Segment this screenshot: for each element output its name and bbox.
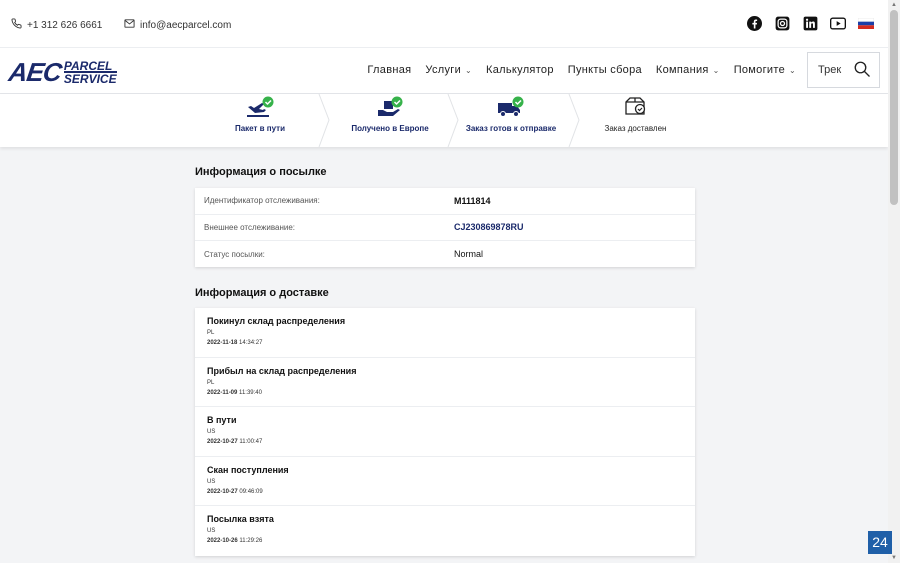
event-country: US (207, 429, 216, 436)
box-check-icon (578, 94, 693, 118)
truck-check-icon (455, 94, 567, 118)
hand-package-check-icon (330, 94, 450, 118)
event-time: 11:00:47 (239, 439, 263, 446)
event-datetime: 2022-10-26 11:29:26 (207, 538, 695, 544)
scroll-up-arrow-icon[interactable]: ▲ (891, 2, 897, 8)
delivery-event: Покинул склад распределения PL 2022-11-1… (195, 308, 695, 358)
phone-text: +1 312 626 6661 (27, 19, 103, 31)
facebook-icon[interactable] (746, 15, 762, 31)
event-datetime: 2022-11-09 11:39:40 (207, 390, 695, 396)
event-title: Скан поступления (207, 464, 289, 475)
step-delivered: Заказ доставлен (578, 94, 693, 147)
step-separator (318, 94, 330, 147)
event-country: US (207, 528, 216, 535)
delivery-event: В пути US 2022-10-27 11:00:47 (195, 407, 695, 457)
event-time: 11:29:26 (239, 538, 263, 545)
event-country: US (207, 478, 216, 485)
event-datetime: 2022-10-27 09:46:09 (207, 489, 695, 495)
event-title: Прибыл на склад распределения (207, 365, 357, 376)
step-label: Получено в Европе (351, 124, 429, 133)
event-country: PL (207, 330, 215, 336)
email-text: info@aecparcel.com (140, 19, 232, 31)
scroll-down-arrow-icon[interactable]: ▼ (891, 555, 897, 561)
parcel-info-row: Внешнее отслеживание: CJ230869878RU (195, 215, 695, 241)
logo-main-text: AEC (6, 57, 64, 87)
shipment-progress-steps: Пакет в пути Получено в Европе Заказ гот… (0, 94, 888, 147)
phone-icon (11, 18, 22, 32)
event-date: 2022-10-27 (207, 439, 238, 446)
external-tracking-label: Внешнее отслеживание: (204, 222, 296, 232)
russian-flag-icon[interactable] (858, 15, 874, 31)
step-received-europe: Получено в Европе (330, 94, 450, 147)
step-in-transit: Пакет в пути (200, 94, 320, 147)
youtube-icon[interactable] (830, 15, 846, 31)
event-title: В пути (207, 415, 237, 426)
step-label: Заказ готов к отправке (465, 124, 557, 133)
nav-item-help-label: Помогите (733, 64, 785, 76)
delivery-event: Посылка взята US 2022-10-26 11:29:26 (195, 506, 695, 556)
nav-item-company-label: Компания (655, 64, 709, 76)
parcel-info-row: Идентификатор отслеживания: M111814 (195, 188, 695, 215)
nav-item-services[interactable]: Услуги ⌄ (425, 64, 472, 76)
logo-line-parcel: PARCEL (63, 59, 113, 73)
chevron-down-icon: ⌄ (465, 66, 473, 75)
main-navigation: AEC PARCEL SERVICE Главная Услуги ⌄ Кальк… (0, 48, 888, 94)
nav-item-home[interactable]: Главная (367, 64, 411, 76)
social-links (746, 15, 874, 31)
nav-item-help[interactable]: Помогите ⌄ (734, 64, 796, 76)
nav-item-calculator[interactable]: Калькулятор (486, 64, 554, 76)
phone-contact[interactable]: +1 312 626 6661 (11, 18, 102, 32)
event-date: 2022-10-26 (207, 538, 238, 545)
step-label: Пакет в пути (234, 124, 286, 133)
event-time: 11:39:40 (239, 389, 262, 396)
mail-icon (124, 18, 135, 32)
track-search-button[interactable]: Трек (807, 52, 880, 88)
email-contact[interactable]: info@aecparcel.com (124, 18, 231, 32)
event-time: 09:46:09 (239, 488, 263, 495)
nav-item-services-label: Услуги (425, 64, 462, 76)
event-datetime: 2022-11-18 14:34:27 (207, 340, 695, 346)
event-time: 14:34:27 (239, 340, 263, 346)
parcel-status-value: Normal (454, 249, 484, 260)
step-label: Заказ доставлен (604, 124, 667, 133)
parcel-info-title: Информация о посылке (195, 166, 327, 178)
linkedin-icon[interactable] (802, 15, 818, 31)
event-date: 2022-11-18 (207, 340, 238, 346)
parcel-status-label: Статус посылки: (204, 249, 265, 259)
parcel-info-row: Статус посылки: Normal (195, 241, 695, 268)
page-scrollbar[interactable]: ▲ ▼ (888, 0, 900, 563)
plane-check-icon (200, 94, 320, 118)
event-date: 2022-10-27 (207, 488, 238, 495)
event-title: Покинул склад распределения (207, 316, 346, 326)
chevron-down-icon: ⌄ (712, 66, 720, 75)
parcel-info-card: Идентификатор отслеживания: M111814 Внеш… (195, 188, 695, 267)
delivery-event: Прибыл на склад распределения PL 2022-11… (195, 358, 695, 408)
event-country: PL (207, 379, 215, 386)
delivery-event: Скан поступления US 2022-10-27 09:46:09 (195, 457, 695, 507)
nav-item-pickup-points[interactable]: Пункты сбора (568, 64, 642, 76)
logo-line-service: SERVICE (63, 71, 117, 86)
support-widget-badge[interactable]: 24 (868, 531, 892, 554)
event-datetime: 2022-10-27 11:00:47 (207, 439, 695, 445)
aec-logo[interactable]: AEC PARCEL SERVICE (6, 57, 117, 88)
nav-menu: Главная Услуги ⌄ Калькулятор Пункты сбора… (367, 64, 796, 76)
logo-subtitle: PARCEL SERVICE (63, 59, 117, 86)
top-bar: +1 312 626 6661 info@aecparcel.com (0, 0, 888, 48)
search-icon (853, 60, 871, 81)
tracking-id-value: M111814 (454, 195, 491, 206)
delivery-events-card: Покинул склад распределения PL 2022-11-1… (195, 308, 695, 556)
scrollbar-thumb[interactable] (890, 10, 898, 205)
nav-item-company[interactable]: Компания ⌄ (656, 64, 720, 76)
tracking-id-label: Идентификатор отслеживания: (204, 196, 320, 206)
external-tracking-link[interactable]: CJ230869878RU (454, 222, 524, 232)
event-date: 2022-11-09 (207, 389, 238, 396)
step-ready-to-ship: Заказ готов к отправке (455, 94, 567, 147)
instagram-icon[interactable] (774, 15, 790, 31)
track-search-label: Трек (818, 64, 842, 76)
event-title: Посылка взята (207, 514, 274, 525)
delivery-info-title: Информация о доставке (195, 287, 329, 299)
chevron-down-icon: ⌄ (788, 66, 796, 75)
